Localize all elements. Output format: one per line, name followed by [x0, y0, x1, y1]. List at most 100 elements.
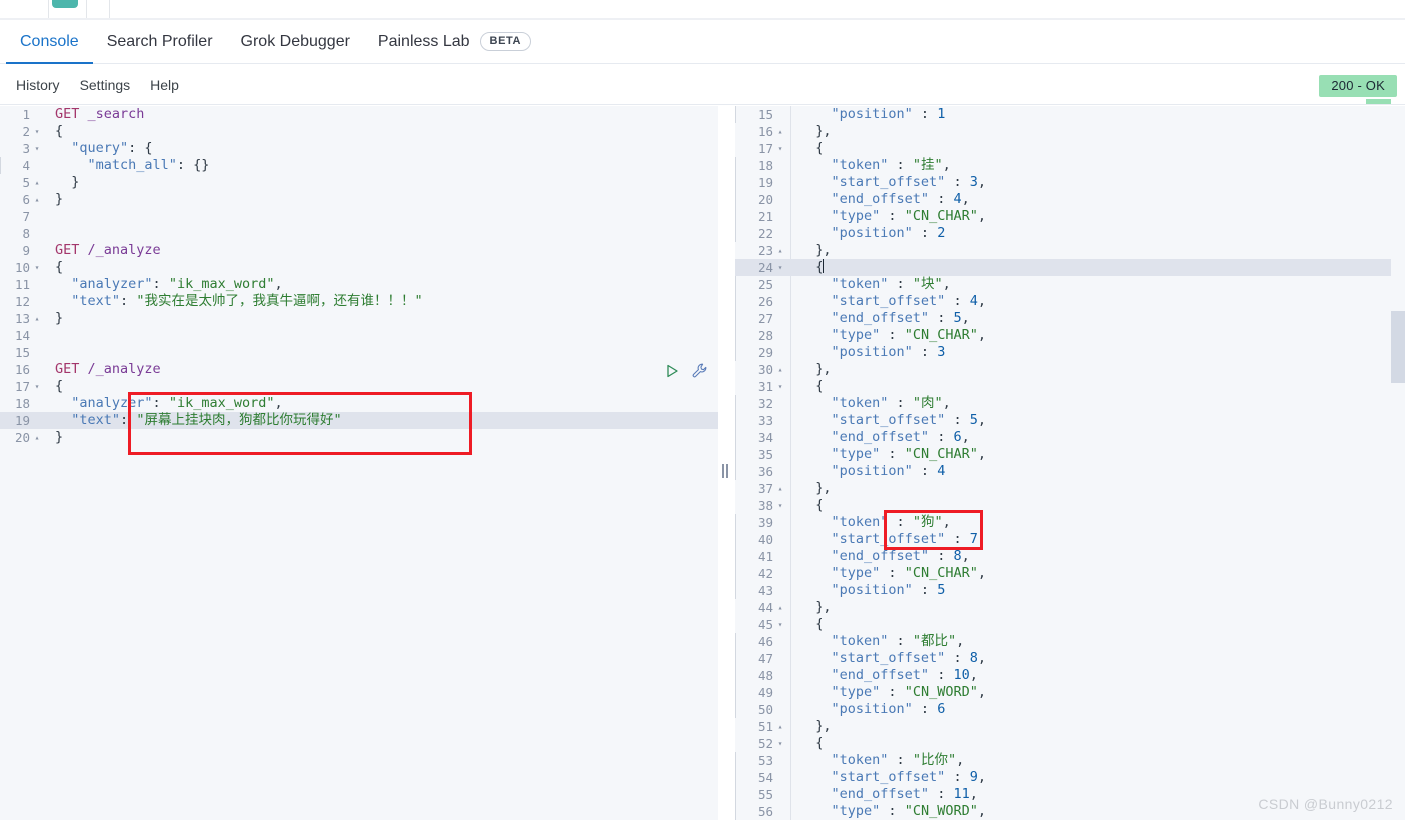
fold-open-icon[interactable]: ▾	[775, 497, 785, 514]
code-line[interactable]: 3 ▾ "query": {	[0, 140, 718, 157]
code-line[interactable]: 44 ▴ },	[735, 599, 1405, 616]
fold-open-icon[interactable]: ▾	[775, 735, 785, 752]
subnav-settings[interactable]: Settings	[70, 77, 141, 93]
code-line[interactable]: 13 ▴}	[0, 310, 718, 327]
code-line[interactable]: 16 ▴ },	[735, 123, 1405, 140]
fold-close-icon[interactable]: ▴	[32, 174, 42, 191]
code-line[interactable]: 14	[0, 327, 718, 344]
fold-open-icon[interactable]: ▾	[32, 123, 42, 140]
code-line[interactable]: 22 "position" : 2	[735, 225, 1405, 242]
fold-close-icon[interactable]: ▴	[32, 310, 42, 327]
code-line[interactable]: 20 "end_offset" : 4,	[735, 191, 1405, 208]
code-line[interactable]: 15 "position" : 1	[735, 106, 1405, 123]
fold-close-icon[interactable]: ▴	[775, 361, 785, 378]
code-line[interactable]: 16 GET /_analyze	[0, 361, 718, 378]
code-line[interactable]: 17 ▾ {	[735, 140, 1405, 157]
code-line[interactable]: 46 "token" : "都比",	[735, 633, 1405, 650]
code-line[interactable]: 21 "type" : "CN_CHAR",	[735, 208, 1405, 225]
code-line[interactable]: 39 "token" : "狗",	[735, 514, 1405, 531]
code-line[interactable]: 19 "start_offset" : 3,	[735, 174, 1405, 191]
code-line[interactable]: 50 "position" : 6	[735, 701, 1405, 718]
fold-close-icon[interactable]: ▴	[775, 123, 785, 140]
request-code[interactable]: 1 GET _search 2 ▾{3 ▾ "query": {4 "match_all…	[0, 106, 718, 820]
code-line[interactable]: 34 "end_offset" : 6,	[735, 429, 1405, 446]
code-line[interactable]: 40 "start_offset" : 7,	[735, 531, 1405, 548]
code-line[interactable]: 7	[0, 208, 718, 225]
browser-favicon	[52, 0, 78, 8]
code-line[interactable]: 25 "token" : "块",	[735, 276, 1405, 293]
code-line[interactable]: 20 ▴}	[0, 429, 718, 446]
code-line[interactable]: 1 GET _search	[0, 106, 718, 123]
code-line[interactable]: 18 "token" : "挂",	[735, 157, 1405, 174]
fold-open-icon[interactable]: ▾	[32, 378, 42, 395]
code-line[interactable]: 31 ▾ {	[735, 378, 1405, 395]
code-line[interactable]: 4 "match_all": {}	[0, 157, 718, 174]
code-line[interactable]: 12 "text": "我实在是太帅了，我真牛逼啊，还有谁！！！"	[0, 293, 718, 310]
code-line[interactable]: 27 "end_offset" : 5,	[735, 310, 1405, 327]
fold-open-icon[interactable]: ▾	[775, 140, 785, 157]
code-line[interactable]: 35 "type" : "CN_CHAR",	[735, 446, 1405, 463]
code-line[interactable]: 24 ▾ {	[735, 259, 1405, 276]
fold-close-icon[interactable]: ▴	[32, 191, 42, 208]
code-line[interactable]: 18 "analyzer": "ik_max_word",	[0, 395, 718, 412]
code-line[interactable]: 37 ▴ },	[735, 480, 1405, 497]
code-line[interactable]: 36 "position" : 4	[735, 463, 1405, 480]
code-line[interactable]: 38 ▾ {	[735, 497, 1405, 514]
code-line[interactable]: 17 ▾ {	[0, 378, 718, 395]
code-line[interactable]: 5 ▴ }	[0, 174, 718, 191]
code-line[interactable]: 28 "type" : "CN_CHAR",	[735, 327, 1405, 344]
code-line[interactable]: 2 ▾ {	[0, 123, 718, 140]
fold-close-icon[interactable]: ▴	[775, 718, 785, 735]
code-line[interactable]: 53 "token" : "比你",	[735, 752, 1405, 769]
tab-grok-debugger[interactable]: Grok Debugger	[227, 20, 364, 64]
code-line[interactable]: 26 "start_offset" : 4,	[735, 293, 1405, 310]
fold-close-icon[interactable]: ▴	[32, 429, 42, 446]
fold-open-icon[interactable]: ▾	[775, 616, 785, 633]
code-line[interactable]: 30 ▴ },	[735, 361, 1405, 378]
code-line[interactable]: 32 "token" : "肉",	[735, 395, 1405, 412]
code-line[interactable]: 48 "end_offset" : 10,	[735, 667, 1405, 684]
line-number: 15	[757, 107, 773, 122]
code-line[interactable]: 51 ▴ },	[735, 718, 1405, 735]
code-line[interactable]: 54 "start_offset" : 9,	[735, 769, 1405, 786]
fold-open-icon[interactable]: ▾	[775, 378, 785, 395]
fold-open-icon[interactable]: ▾	[775, 259, 785, 276]
subnav-history[interactable]: History	[6, 77, 70, 93]
tab-console[interactable]: Console	[6, 20, 93, 64]
code-line[interactable]: 10 ▾ {	[0, 259, 718, 276]
tab-painless-lab[interactable]: Painless Lab BETA	[364, 20, 545, 64]
fold-open-icon[interactable]: ▾	[32, 259, 42, 276]
tab-search-profiler[interactable]: Search Profiler	[93, 20, 227, 64]
fold-open-icon[interactable]: ▾	[32, 140, 42, 157]
code-line[interactable]: 29 "position" : 3	[735, 344, 1405, 361]
request-editor-pane[interactable]: 1 GET _search 2 ▾{3 ▾ "query": {4 "match_all…	[0, 106, 718, 820]
code-line[interactable]: 8	[0, 225, 718, 242]
code-line[interactable]: 45 ▾ {	[735, 616, 1405, 633]
code-line[interactable]: 41 "end_offset" : 8,	[735, 548, 1405, 565]
fold-close-icon[interactable]: ▴	[775, 242, 785, 259]
code-line[interactable]: 43 "position" : 5	[735, 582, 1405, 599]
code-line[interactable]: 33 "start_offset" : 5,	[735, 412, 1405, 429]
code-text: {	[799, 616, 824, 632]
fold-close-icon[interactable]: ▴	[775, 599, 785, 616]
code-line[interactable]: 6 ▴}	[0, 191, 718, 208]
subnav-help[interactable]: Help	[140, 77, 189, 93]
pane-splitter[interactable]	[718, 106, 735, 820]
code-line[interactable]: 15	[0, 344, 718, 361]
wrench-icon[interactable]	[691, 362, 709, 380]
code-line[interactable]: 49 "type" : "CN_WORD",	[735, 684, 1405, 701]
code-line[interactable]: 11 "analyzer": "ik_max_word",	[0, 276, 718, 293]
code-line[interactable]: 42 "type" : "CN_CHAR",	[735, 565, 1405, 582]
splitter-grip-icon[interactable]	[721, 464, 729, 478]
code-line[interactable]: 19 "text": "屏幕上挂块肉，狗都比你玩得好"	[0, 412, 718, 429]
response-scrollbar[interactable]	[1391, 106, 1405, 820]
response-editor-pane[interactable]: 15 "position" : 1 16 ▴ }, 17 ▾ {18 "token" :…	[735, 106, 1405, 820]
code-line[interactable]: 9 GET /_analyze	[0, 242, 718, 259]
response-code[interactable]: 15 "position" : 1 16 ▴ }, 17 ▾ {18 "token" :…	[735, 106, 1405, 820]
play-icon[interactable]	[663, 362, 681, 380]
fold-close-icon[interactable]: ▴	[775, 480, 785, 497]
code-line[interactable]: 47 "start_offset" : 8,	[735, 650, 1405, 667]
code-line[interactable]: 23 ▴ },	[735, 242, 1405, 259]
code-line[interactable]: 52 ▾ {	[735, 735, 1405, 752]
response-scrollbar-thumb[interactable]	[1391, 311, 1405, 383]
